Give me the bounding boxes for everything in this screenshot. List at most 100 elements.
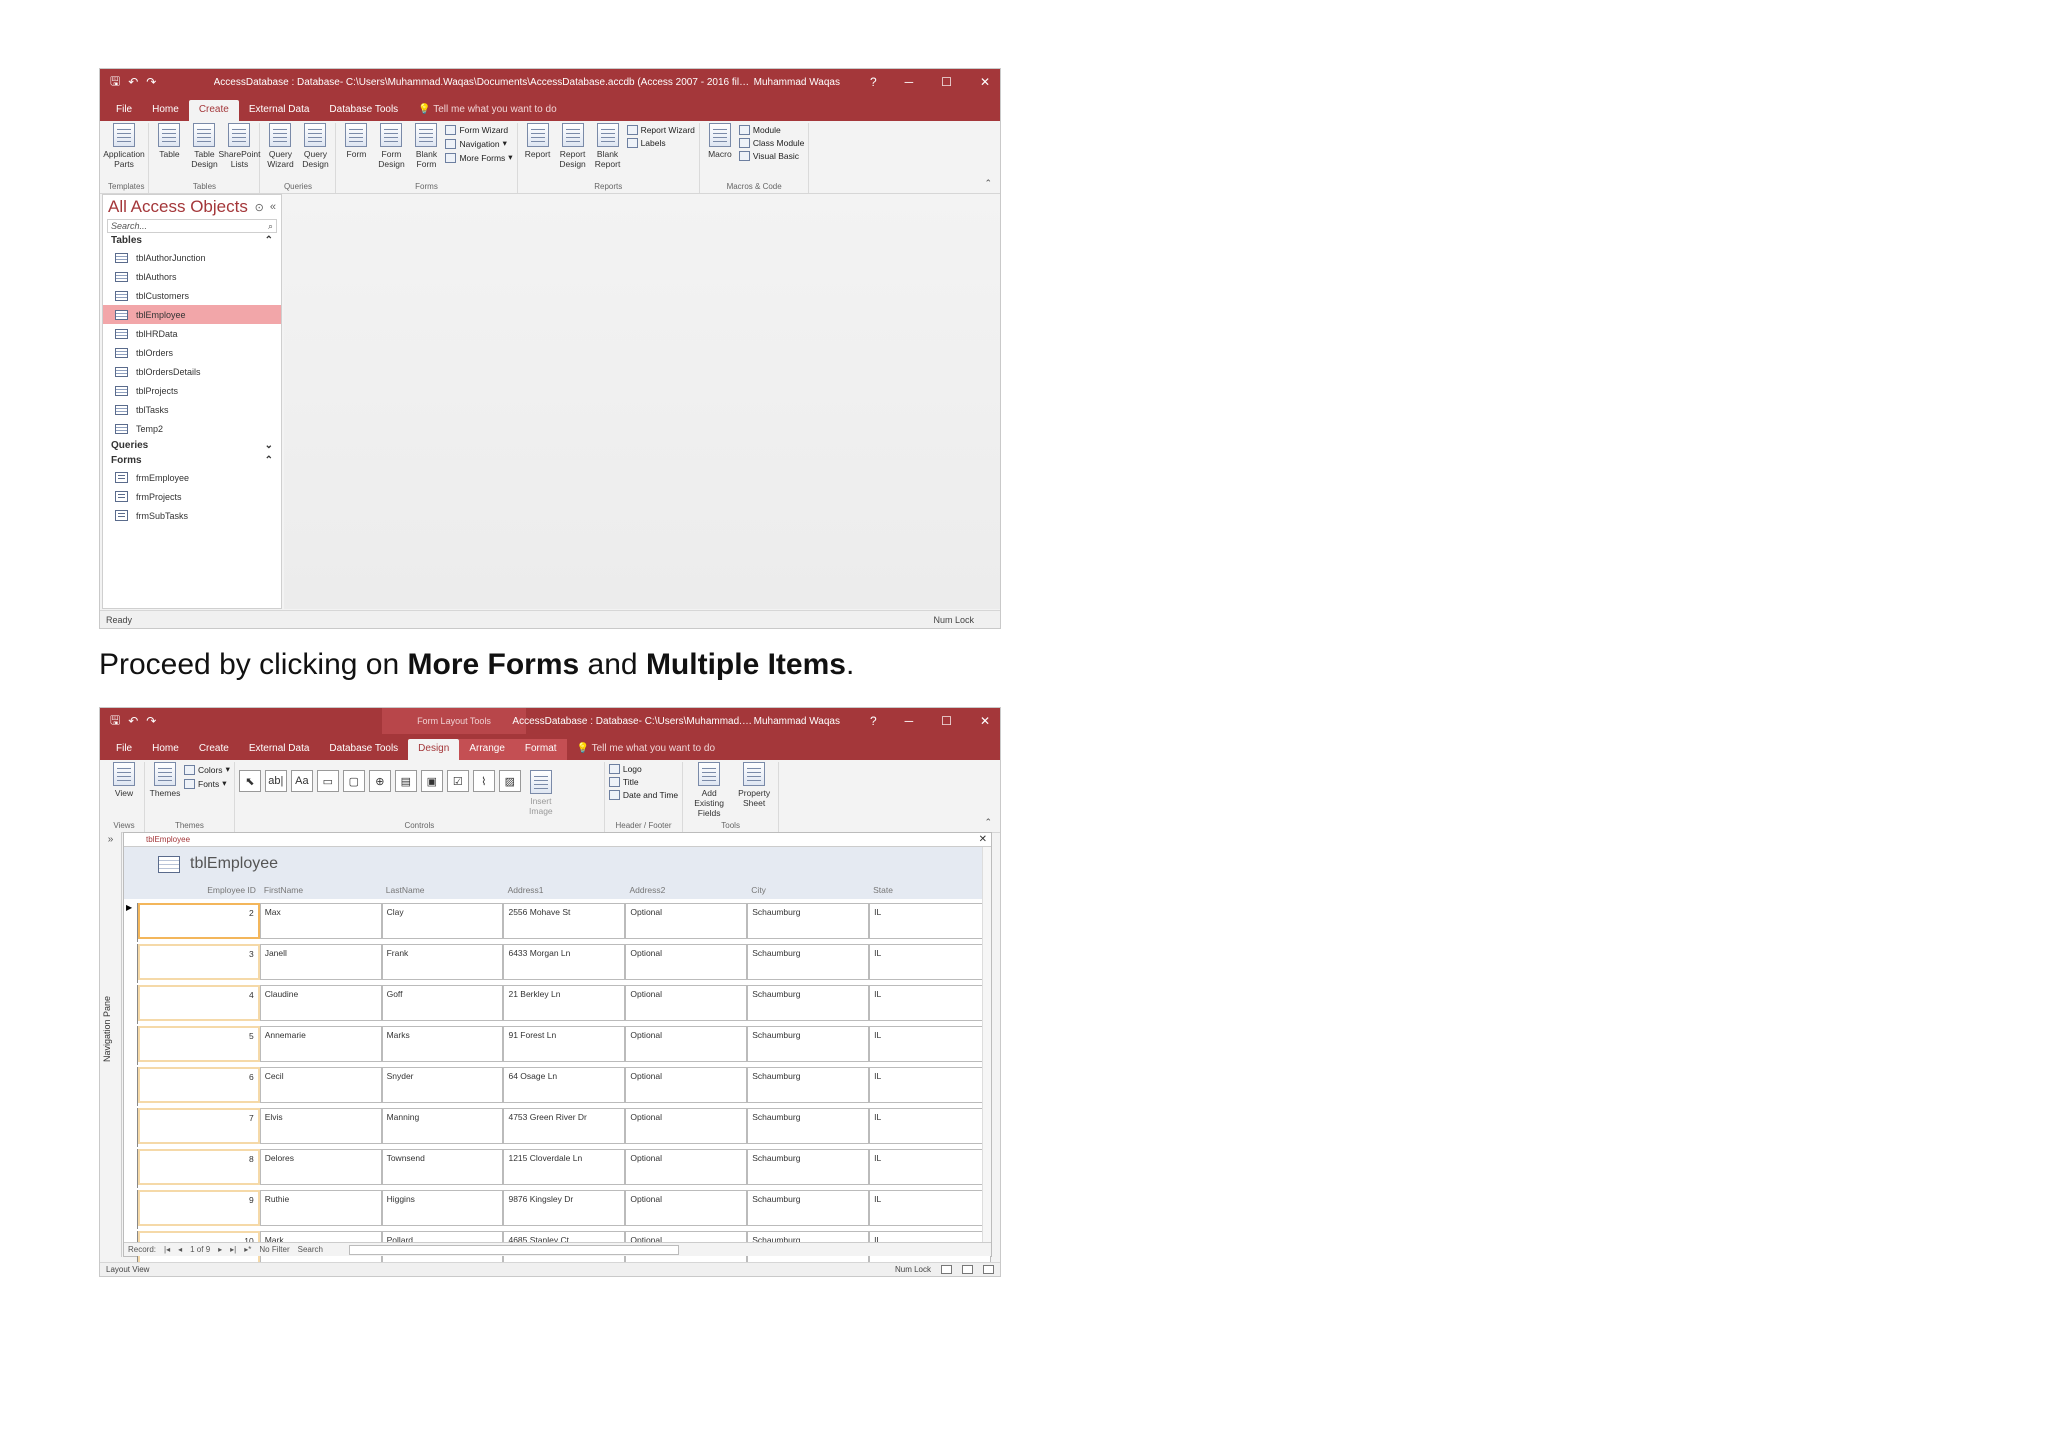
field-lastname[interactable]: Snyder bbox=[381, 1067, 504, 1103]
nav-table-item[interactable]: tblTasks bbox=[103, 400, 281, 419]
shutter-bar-icon[interactable]: « bbox=[270, 201, 276, 214]
form-wizard-button[interactable]: Form Wizard bbox=[445, 125, 512, 135]
design-view-icon[interactable] bbox=[983, 1265, 994, 1274]
record-selector[interactable] bbox=[124, 985, 138, 1024]
report-wizard-button[interactable]: Report Wizard bbox=[626, 125, 695, 135]
nav-form-item[interactable]: frmEmployee bbox=[103, 468, 281, 487]
save-icon[interactable]: 🖫 bbox=[110, 711, 120, 732]
form-view-icon[interactable] bbox=[941, 1265, 952, 1274]
field-state[interactable]: IL bbox=[869, 1190, 992, 1226]
field-state[interactable]: IL bbox=[869, 903, 992, 939]
nav-form-item[interactable]: frmProjects bbox=[103, 487, 281, 506]
field-lastname[interactable]: Manning bbox=[381, 1108, 504, 1144]
field-state[interactable]: IL bbox=[869, 1108, 992, 1144]
close-icon[interactable]: ✕ bbox=[980, 75, 990, 89]
module-button[interactable]: Module bbox=[738, 125, 805, 135]
field-address2[interactable]: Optional bbox=[625, 1067, 748, 1103]
field-address2[interactable]: Optional bbox=[625, 1108, 748, 1144]
image-control-icon[interactable]: ▨ bbox=[498, 770, 521, 792]
field-address2[interactable]: Optional bbox=[625, 1149, 748, 1185]
field-address2[interactable]: Optional bbox=[625, 985, 748, 1021]
field-employee-id[interactable]: 9 bbox=[137, 1190, 260, 1226]
insert-image-button[interactable]: Insert Image bbox=[525, 770, 557, 816]
nav-search-input[interactable]: Search... ⌕ bbox=[107, 219, 277, 233]
field-address2[interactable]: Optional bbox=[625, 903, 748, 939]
view-button[interactable]: View bbox=[108, 762, 140, 820]
collapse-ribbon-icon[interactable]: ⌃ bbox=[984, 817, 992, 828]
navigation-control-icon[interactable]: ▣ bbox=[420, 770, 443, 792]
field-employee-id[interactable]: 5 bbox=[137, 1026, 260, 1062]
help-button[interactable]: ? bbox=[870, 714, 877, 728]
visual-basic-button[interactable]: Visual Basic bbox=[738, 151, 805, 161]
field-state[interactable]: IL bbox=[869, 1067, 992, 1103]
field-employee-id[interactable]: 6 bbox=[137, 1067, 260, 1103]
field-lastname[interactable]: Townsend bbox=[381, 1149, 504, 1185]
save-icon[interactable]: 🖫 bbox=[110, 72, 120, 93]
field-address1[interactable]: 4753 Green River Dr bbox=[503, 1108, 626, 1144]
nav-table-item[interactable]: tblOrdersDetails bbox=[103, 362, 281, 381]
title-button[interactable]: Title bbox=[608, 777, 678, 787]
nav-table-item[interactable]: Temp2 bbox=[103, 419, 281, 438]
checkbox-control-icon[interactable]: ☑ bbox=[446, 770, 469, 792]
record-position[interactable]: 1 of 9 bbox=[190, 1245, 210, 1254]
filter-status[interactable]: No Filter bbox=[259, 1245, 289, 1254]
field-firstname[interactable]: Annemarie bbox=[259, 1026, 382, 1062]
field-employee-id[interactable]: 4 bbox=[137, 985, 260, 1021]
user-name[interactable]: Muhammad Waqas bbox=[754, 77, 840, 88]
nav-table-item[interactable]: tblAuthors bbox=[103, 267, 281, 286]
field-employee-id[interactable]: 3 bbox=[137, 944, 260, 980]
field-state[interactable]: IL bbox=[869, 944, 992, 980]
section-queries[interactable]: Queries ⌄ bbox=[103, 438, 281, 453]
nav-form-item[interactable]: frmSubTasks bbox=[103, 506, 281, 525]
form-button[interactable]: Form bbox=[340, 123, 372, 181]
redo-icon[interactable]: ↷ bbox=[146, 714, 156, 728]
close-icon[interactable]: ✕ bbox=[980, 714, 990, 728]
next-record-icon[interactable]: ▸ bbox=[218, 1245, 222, 1254]
field-firstname[interactable]: Elvis bbox=[259, 1108, 382, 1144]
field-city[interactable]: Schaumburg bbox=[747, 1190, 870, 1226]
field-lastname[interactable]: Goff bbox=[381, 985, 504, 1021]
label-control-icon[interactable]: Aa bbox=[290, 770, 313, 792]
field-lastname[interactable]: Frank bbox=[381, 944, 504, 980]
record-selector[interactable] bbox=[124, 1149, 138, 1188]
first-record-icon[interactable]: |◂ bbox=[164, 1245, 170, 1254]
user-name[interactable]: Muhammad Waqas bbox=[754, 716, 840, 727]
tab-design[interactable]: Design bbox=[408, 739, 460, 760]
blank-form-button[interactable]: Blank Form bbox=[410, 123, 442, 181]
prev-record-icon[interactable]: ◂ bbox=[178, 1245, 182, 1254]
field-city[interactable]: Schaumburg bbox=[747, 1067, 870, 1103]
tab-create[interactable]: Create bbox=[188, 100, 239, 121]
report-design-button[interactable]: Report Design bbox=[557, 123, 589, 181]
minimize-icon[interactable]: ─ bbox=[905, 75, 914, 89]
nav-table-item[interactable]: tblCustomers bbox=[103, 286, 281, 305]
tell-me-search[interactable]: 💡 Tell me what you want to do bbox=[567, 739, 725, 760]
field-address1[interactable]: 6433 Morgan Ln bbox=[503, 944, 626, 980]
nav-table-item[interactable]: tblHRData bbox=[103, 324, 281, 343]
nav-menu-icon[interactable]: ⊙ bbox=[255, 201, 264, 214]
vertical-scrollbar[interactable] bbox=[982, 847, 991, 1242]
nav-pane-title[interactable]: All Access Objects bbox=[108, 197, 248, 217]
field-city[interactable]: Schaumburg bbox=[747, 944, 870, 980]
field-firstname[interactable]: Claudine bbox=[259, 985, 382, 1021]
logo-button[interactable]: Logo bbox=[608, 764, 678, 774]
nav-table-item[interactable]: tblOrders bbox=[103, 343, 281, 362]
date-time-button[interactable]: Date and Time bbox=[608, 790, 678, 800]
field-employee-id[interactable]: 7 bbox=[137, 1108, 260, 1144]
section-tables[interactable]: Tables ⌃ bbox=[103, 233, 281, 248]
field-address2[interactable]: Optional bbox=[625, 944, 748, 980]
maximize-icon[interactable]: ☐ bbox=[941, 714, 952, 728]
textbox-control-icon[interactable]: ab| bbox=[264, 770, 287, 792]
field-firstname[interactable]: Max bbox=[259, 903, 382, 939]
field-lastname[interactable]: Clay bbox=[381, 903, 504, 939]
field-city[interactable]: Schaumburg bbox=[747, 1026, 870, 1062]
undo-icon[interactable]: ↶ bbox=[128, 75, 138, 89]
navigation-button[interactable]: Navigation ▾ bbox=[445, 138, 512, 149]
tab-home[interactable]: Home bbox=[142, 100, 189, 121]
layout-view-icon[interactable] bbox=[962, 1265, 973, 1274]
form-title[interactable]: tblEmployee bbox=[190, 855, 278, 873]
field-lastname[interactable]: Marks bbox=[381, 1026, 504, 1062]
field-employee-id[interactable]: 8 bbox=[137, 1149, 260, 1185]
tab-control-icon[interactable]: ▢ bbox=[342, 770, 365, 792]
field-address1[interactable]: 91 Forest Ln bbox=[503, 1026, 626, 1062]
query-design-button[interactable]: Query Design bbox=[299, 123, 331, 181]
